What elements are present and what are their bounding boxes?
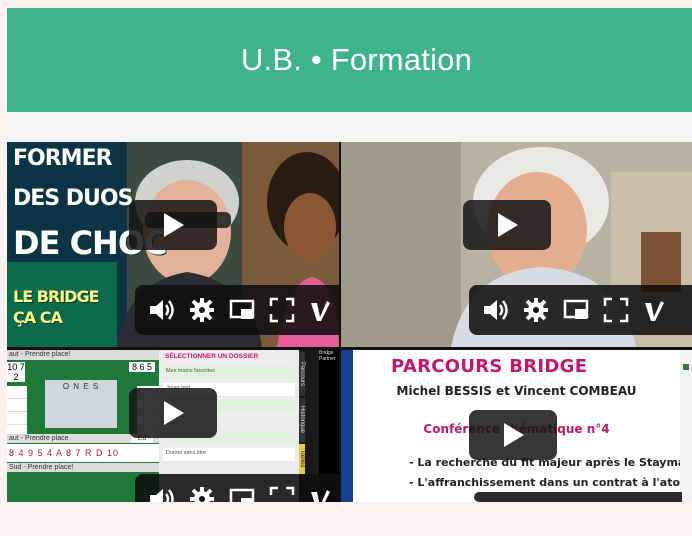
video-tile-3[interactable]: aut - Prendre place! 10 7 2 8 6 5 O N E …: [7, 350, 339, 502]
play-icon: [498, 213, 518, 237]
promo-line-4: LE BRIDGE: [13, 287, 100, 306]
video-tile-4[interactable]: PARCOURS BRIDGE Michel BESSIS et Vincent…: [341, 350, 692, 502]
site-header: U.B. • Formation: [7, 8, 692, 112]
video-tile-1[interactable]: FORMER DES DUOS DE CHOC LE BRIDGE ÇA CA: [7, 142, 339, 347]
top-strip: [0, 0, 692, 8]
seat-label-south-2: Sud - Prendre place!: [7, 463, 161, 472]
tab-tables[interactable]: Tables: [299, 444, 305, 474]
play-icon: [164, 213, 184, 237]
slide-bullet: - L'affranchissement dans un contrat à l…: [409, 476, 692, 489]
tab-historique[interactable]: Historique: [299, 398, 305, 442]
play-icon: [164, 401, 184, 425]
folder-row[interactable]: Mes mains favorites: [163, 366, 295, 379]
vimeo-logo[interactable]: [309, 297, 331, 323]
pip-icon[interactable]: [229, 487, 255, 502]
pip-icon[interactable]: [563, 298, 589, 322]
player-controls: [135, 285, 339, 335]
page-footer-area: [7, 502, 692, 536]
fullscreen-icon[interactable]: [269, 297, 295, 323]
promo-line-1: FORMER: [13, 146, 113, 171]
slide-title: PARCOURS BRIDGE: [391, 356, 588, 377]
video-grid: FORMER DES DUOS DE CHOC LE BRIDGE ÇA CA: [7, 142, 692, 502]
vimeo-logo[interactable]: [643, 297, 665, 323]
slide-sidebar: [680, 350, 692, 502]
hand-west: 10 7 2: [7, 362, 25, 382]
settings-icon[interactable]: [523, 297, 549, 323]
volume-icon[interactable]: [481, 297, 509, 323]
hand-south: 8 4 9 5 4 A 8 7 R D 10: [7, 444, 161, 462]
fullscreen-icon[interactable]: [269, 486, 295, 502]
slide-authors: Michel BESSIS et Vincent COMBEAU: [396, 384, 637, 398]
volume-icon[interactable]: [147, 297, 175, 323]
video-tile-2[interactable]: [341, 142, 692, 347]
play-button[interactable]: [129, 200, 217, 250]
play-icon: [504, 423, 524, 447]
settings-icon[interactable]: [189, 486, 215, 502]
folder-row[interactable]: Donne sans titre: [163, 448, 295, 461]
hand-north: 8 6 5: [129, 362, 155, 372]
promo-line-5: ÇA CA: [13, 308, 63, 327]
seat-label-top: aut - Prendre place!: [7, 350, 161, 360]
fullscreen-icon[interactable]: [603, 297, 629, 323]
table-center: O N E S: [45, 380, 117, 428]
player-controls: [474, 492, 682, 502]
pip-icon[interactable]: [229, 298, 255, 322]
player-controls: [135, 474, 339, 502]
play-button[interactable]: [129, 388, 217, 438]
content-band: [7, 112, 692, 142]
volume-icon[interactable]: [147, 486, 175, 502]
folder-panel-title: SÉLECTIONNER UN DOSSIER: [165, 353, 259, 360]
card-column-west: [7, 386, 27, 440]
play-button[interactable]: [463, 200, 551, 250]
play-button[interactable]: [469, 410, 557, 460]
site-title: U.B. • Formation: [240, 42, 473, 77]
player-controls: [469, 285, 692, 335]
settings-icon[interactable]: [189, 297, 215, 323]
tab-parcours[interactable]: Parcours: [299, 352, 305, 396]
slide-sidebar-marker: [683, 364, 689, 370]
vimeo-logo[interactable]: [309, 486, 331, 502]
seat-letters: O N E S: [62, 382, 100, 391]
promo-line-2: DES DUOS: [13, 186, 133, 211]
